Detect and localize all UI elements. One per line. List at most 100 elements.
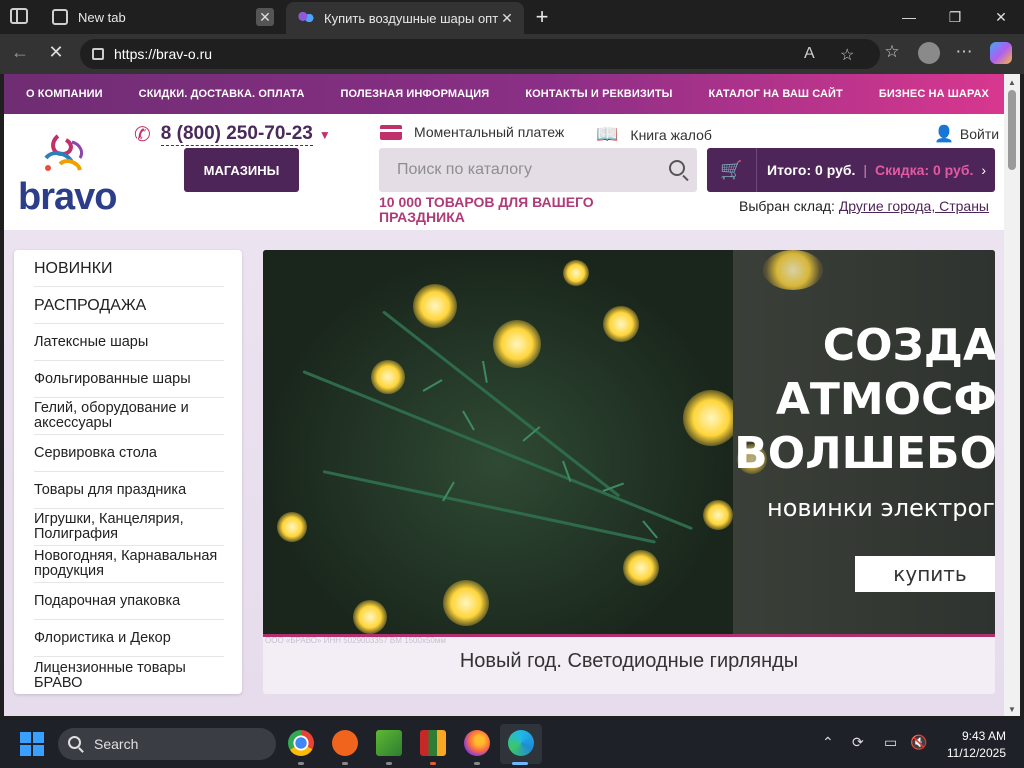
nav-useful-info[interactable]: ПОЛЕЗНАЯ ИНФОРМАЦИЯ <box>340 88 489 100</box>
promo-banner[interactable]: СОЗДА АТМОСФ ВОЛШЕБО новинки электрог ку… <box>263 250 995 694</box>
user-icon: 👤 <box>934 126 954 143</box>
sidebar-item-floristics[interactable]: Флористика и Декор <box>34 620 224 657</box>
sidebar-item-new-year[interactable]: Новогодняя, Карнавальная продукция <box>34 546 224 583</box>
favorites-icon[interactable]: ☆ <box>880 42 904 62</box>
banner-caption[interactable]: Новый год. Светодиодные гирлянды <box>263 650 995 673</box>
window-close-button[interactable]: ✕ <box>978 4 1024 30</box>
cart-icon: 🛒 <box>707 148 757 192</box>
bravo-logo[interactable]: bravo <box>18 124 117 218</box>
login-label: Войти <box>959 126 1000 142</box>
site-header: bravo ✆ 8 (800) 250-70-23 ▼ МАГАЗИНЫ Мом… <box>4 114 1004 230</box>
banner-subline: новинки электрог <box>767 494 995 522</box>
logo-text: bravo <box>18 176 117 218</box>
profile-avatar[interactable] <box>918 42 940 64</box>
phone-block[interactable]: ✆ 8 (800) 250-70-23 ▼ <box>134 122 331 147</box>
search-icon <box>68 736 81 749</box>
new-tab-favicon-icon <box>52 9 68 25</box>
chrome-icon[interactable] <box>288 730 314 756</box>
url-field[interactable]: https://brav-o.ru A ☆ <box>80 39 880 69</box>
chevron-down-icon[interactable]: ▼ <box>319 128 331 142</box>
books-app-icon[interactable] <box>420 730 446 756</box>
search-input[interactable] <box>379 148 659 192</box>
nav-discounts[interactable]: СКИДКИ. ДОСТАВКА. ОПЛАТА <box>139 88 305 100</box>
system-clock[interactable]: 9:43 AM 11/12/2025 <box>944 728 1006 762</box>
buy-button[interactable]: купить <box>855 556 995 592</box>
browser-tab-bar: New tab ✕ Купить воздушные шары оптом ✕ … <box>0 0 1024 34</box>
sidebar-item-gift-wrap[interactable]: Подарочная упаковка <box>34 583 224 620</box>
chevron-right-icon: › <box>981 162 987 178</box>
scroll-down-icon[interactable]: ▼ <box>1008 705 1016 714</box>
clock-time: 9:43 AM <box>961 729 1006 743</box>
sync-icon[interactable]: ⟳ <box>852 734 864 751</box>
tab-close-icon[interactable]: ✕ <box>498 9 516 27</box>
copilot-icon[interactable] <box>990 42 1012 64</box>
nav-about[interactable]: О КОМПАНИИ <box>26 88 103 100</box>
sidebar-item-party-goods[interactable]: Товары для праздника <box>34 472 224 509</box>
complaints-book-link[interactable]: 📖 Книга жалоб <box>596 124 712 145</box>
new-tab-button[interactable]: + <box>530 4 554 30</box>
shops-button[interactable]: МАГАЗИНЫ <box>184 148 299 192</box>
scroll-thumb[interactable] <box>1008 90 1016 170</box>
volume-muted-icon[interactable]: 🔇 <box>910 734 927 751</box>
tab-new-tab[interactable]: New tab ✕ <box>40 0 282 34</box>
url-text: https://brav-o.ru <box>114 46 213 62</box>
tab-title: New tab <box>78 9 126 25</box>
page-viewport: О КОМПАНИИ СКИДКИ. ДОСТАВКА. ОПЛАТА ПОЛЕ… <box>4 74 1004 716</box>
read-aloud-icon[interactable]: A <box>804 45 815 63</box>
minimize-button[interactable]: — <box>886 4 932 30</box>
cart-summary[interactable]: 🛒 Итого: 0 руб. | Скидка: 0 руб. › <box>707 148 995 192</box>
scroll-up-icon[interactable]: ▲ <box>1008 78 1016 87</box>
complaints-book-label: Книга жалоб <box>630 126 712 143</box>
chevron-up-icon[interactable]: ⌃ <box>822 734 834 751</box>
tab-actions-icon[interactable] <box>10 8 28 24</box>
cart-total: Итого: 0 руб. <box>767 162 856 178</box>
display-icon[interactable]: ▭ <box>884 734 897 751</box>
tab-title: Купить воздушные шары оптом <box>324 10 498 26</box>
taskbar-search[interactable]: Search <box>58 728 276 760</box>
back-arrow-icon[interactable]: ← <box>8 42 32 63</box>
banner-headline-1: СОЗДА <box>822 320 995 371</box>
instant-payment-label: Моментальный платеж <box>414 124 565 140</box>
favorite-star-icon[interactable]: ☆ <box>840 45 854 65</box>
banner-fine-print: ООО «БРАВО» ИНН 5029003357 ВМ 1500х50мм <box>265 636 446 645</box>
running-indicator <box>298 762 304 765</box>
sidebar-item-helium[interactable]: Гелий, оборудование и аксессуары <box>34 398 224 435</box>
sidebar-item-latex[interactable]: Латексные шары <box>34 324 224 361</box>
clock-date: 11/12/2025 <box>946 746 1006 760</box>
running-indicator <box>474 762 480 765</box>
tab-bravo[interactable]: Купить воздушные шары оптом ✕ <box>286 2 524 34</box>
sidebar-item-tableware[interactable]: Сервировка стола <box>34 435 224 472</box>
banner-headline-3: ВОЛШЕБО <box>734 428 995 479</box>
stop-loading-icon[interactable]: ✕ <box>44 42 68 63</box>
cart-separator: | <box>863 162 868 178</box>
sidebar-item-foil[interactable]: Фольгированные шары <box>34 361 224 398</box>
nav-contacts[interactable]: КОНТАКТЫ И РЕКВИЗИТЫ <box>525 88 672 100</box>
search-icon[interactable] <box>669 160 685 176</box>
login-link[interactable]: 👤 Войти <box>934 124 999 144</box>
sidebar-item-sale[interactable]: РАСПРОДАЖА <box>34 287 224 324</box>
phone-number[interactable]: 8 (800) 250-70-23 <box>160 123 313 146</box>
tab-close-icon[interactable]: ✕ <box>256 8 274 26</box>
phone-icon: ✆ <box>134 124 151 146</box>
banner-image: СОЗДА АТМОСФ ВОЛШЕБО новинки электрог ку… <box>263 250 995 634</box>
edge-icon[interactable] <box>508 730 534 756</box>
address-toolbar: ← ✕ https://brav-o.ru A ☆ ☆ ⋯ <box>0 34 1024 74</box>
sidebar-item-licensed[interactable]: Лицензионные товары БРАВО <box>34 657 224 694</box>
site-info-icon[interactable] <box>92 48 104 60</box>
running-indicator <box>430 762 436 765</box>
restore-button[interactable]: ❐ <box>932 4 978 30</box>
warehouse-link[interactable]: Другие города, Страны <box>839 198 989 214</box>
windows-start-icon[interactable] <box>20 732 44 756</box>
more-menu-icon[interactable]: ⋯ <box>952 42 976 62</box>
notepad-app-icon[interactable] <box>376 730 402 756</box>
nav-catalog-for-site[interactable]: КАТАЛОГ НА ВАШ САЙТ <box>709 88 843 100</box>
sidebar-item-toys[interactable]: Игрушки, Канцелярия, Полиграфия <box>34 509 224 546</box>
nav-balloon-business[interactable]: БИЗНЕС НА ШАРАХ <box>879 88 989 100</box>
fir-branch-photo <box>263 250 739 634</box>
sublime-app-icon[interactable] <box>332 730 358 756</box>
page-scrollbar[interactable]: ▲ ▼ <box>1004 74 1020 716</box>
bravo-favicon-icon <box>298 10 314 26</box>
firefox-icon[interactable] <box>464 730 490 756</box>
instant-payment-link[interactable]: Моментальный платеж <box>380 124 564 140</box>
sidebar-item-new[interactable]: НОВИНКИ <box>34 250 224 287</box>
